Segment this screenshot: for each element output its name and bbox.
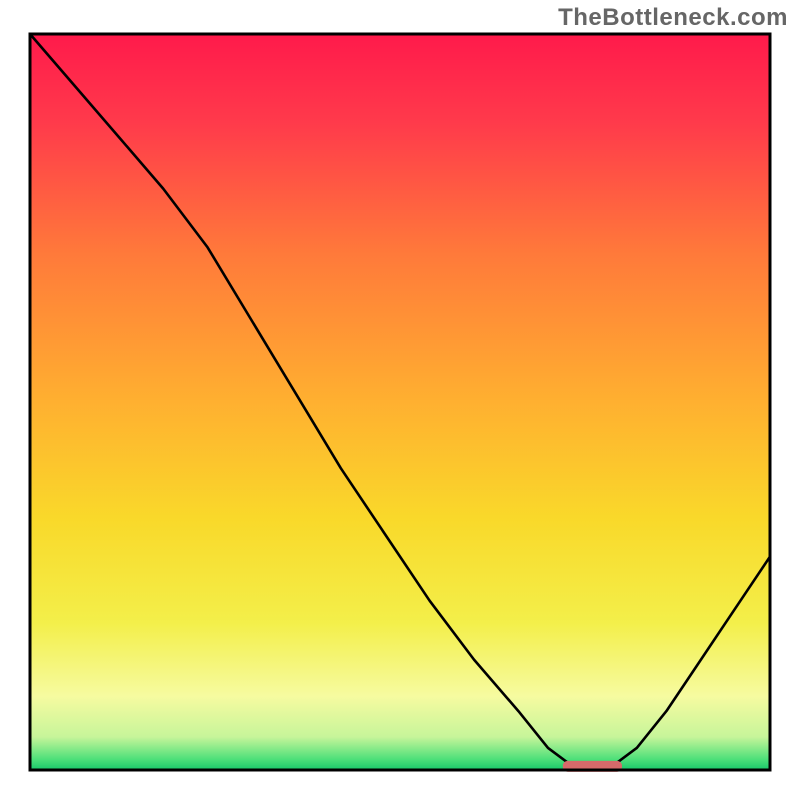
bottleneck-chart xyxy=(0,0,800,800)
watermark-text: TheBottleneck.com xyxy=(558,4,788,32)
gradient-background xyxy=(30,34,770,770)
chart-container: TheBottleneck.com xyxy=(0,0,800,800)
